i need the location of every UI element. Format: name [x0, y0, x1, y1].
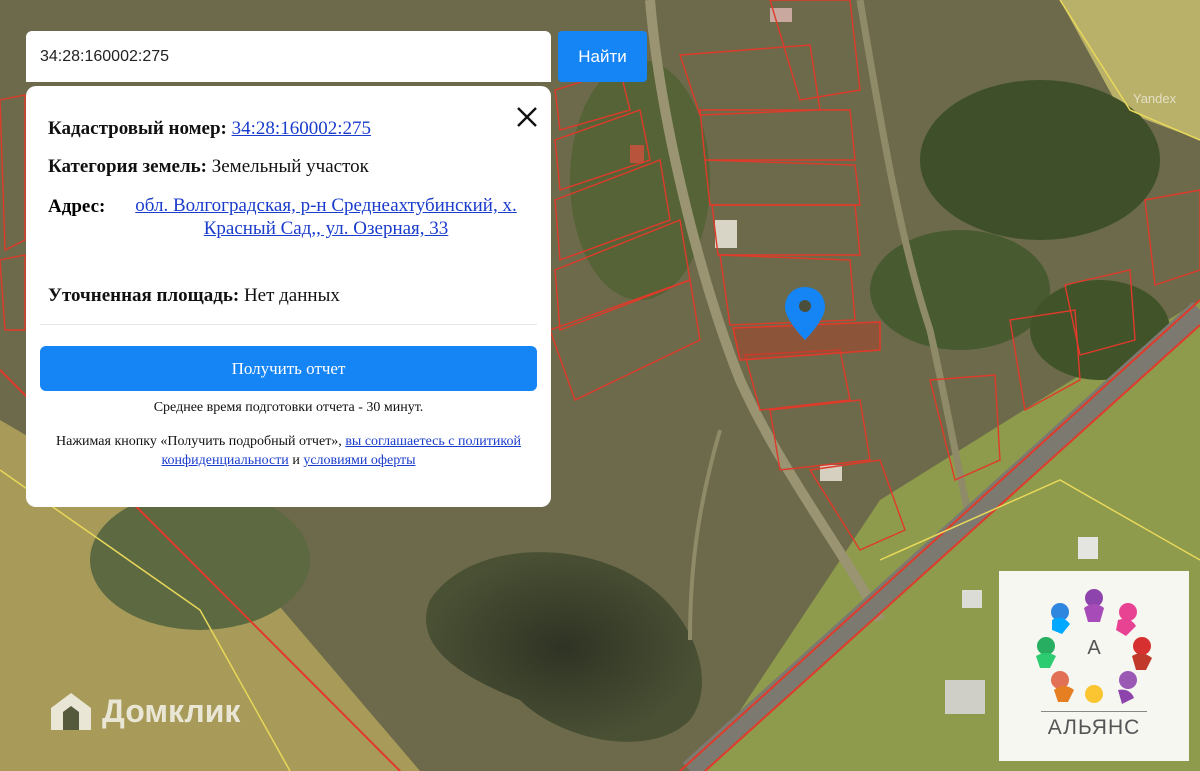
divider — [40, 324, 537, 325]
avg-time-text: Среднее время подготовки отчета - 30 мин… — [153, 400, 424, 415]
building — [1078, 537, 1098, 559]
cadastral-number-link[interactable]: 34:28:160002:275 — [232, 118, 371, 139]
domclick-text: Домклик — [102, 692, 241, 729]
address-label: Адрес: — [48, 196, 106, 217]
cadastral-number-label: Кадастровый номер: — [48, 118, 227, 139]
agreement-prefix: Нажимая кнопку «Получить подробный отчет… — [56, 434, 342, 449]
cadastral-number-row: Кадастровый номер: 34:28:160002:275 — [48, 118, 371, 140]
address-link[interactable]: обл. Волгоградская, р-н Среднеахтубински… — [121, 194, 531, 240]
yandex-watermark: Yandex — [1133, 91, 1177, 106]
tree-cluster — [920, 80, 1160, 240]
search-input[interactable]: 34:28:160002:275 — [26, 31, 551, 82]
search-input-value: 34:28:160002:275 — [40, 47, 170, 65]
alliance-letter: A — [1087, 637, 1101, 659]
alliance-logo: A АЛЬЯНС — [999, 571, 1189, 761]
land-category-label: Категория земель: — [48, 156, 207, 177]
area-value: Нет данных — [243, 285, 340, 306]
domclick-watermark: Домклик — [48, 690, 240, 732]
building — [945, 680, 985, 714]
area-label: Уточненная площадь: — [48, 285, 240, 306]
building — [715, 220, 737, 248]
alliance-name: АЛЬЯНС — [1047, 716, 1141, 739]
search-button[interactable]: Найти — [558, 31, 647, 82]
grass-area — [90, 490, 310, 630]
building — [630, 145, 644, 163]
tree-cluster — [870, 230, 1050, 350]
agreement-text: Нажимая кнопку «Получить подробный отчет… — [42, 432, 535, 470]
offer-terms-link[interactable]: условиями оферты — [303, 453, 415, 468]
domclick-logo-icon — [51, 693, 91, 730]
alliance-emblem-icon: A — [1036, 589, 1152, 704]
area-row: Уточненная площадь: Нет данных — [48, 285, 340, 307]
land-category-value: Земельный участок — [211, 156, 369, 177]
close-icon[interactable] — [514, 104, 540, 130]
land-category-row: Категория земель: Земельный участок — [48, 156, 369, 178]
alliance-divider — [1041, 711, 1147, 712]
parcel-info-card: Кадастровый номер: 34:28:160002:275 Кате… — [26, 86, 551, 507]
building — [962, 590, 982, 608]
get-report-button[interactable]: Получить отчет — [40, 346, 537, 391]
agreement-and: и — [292, 453, 300, 468]
